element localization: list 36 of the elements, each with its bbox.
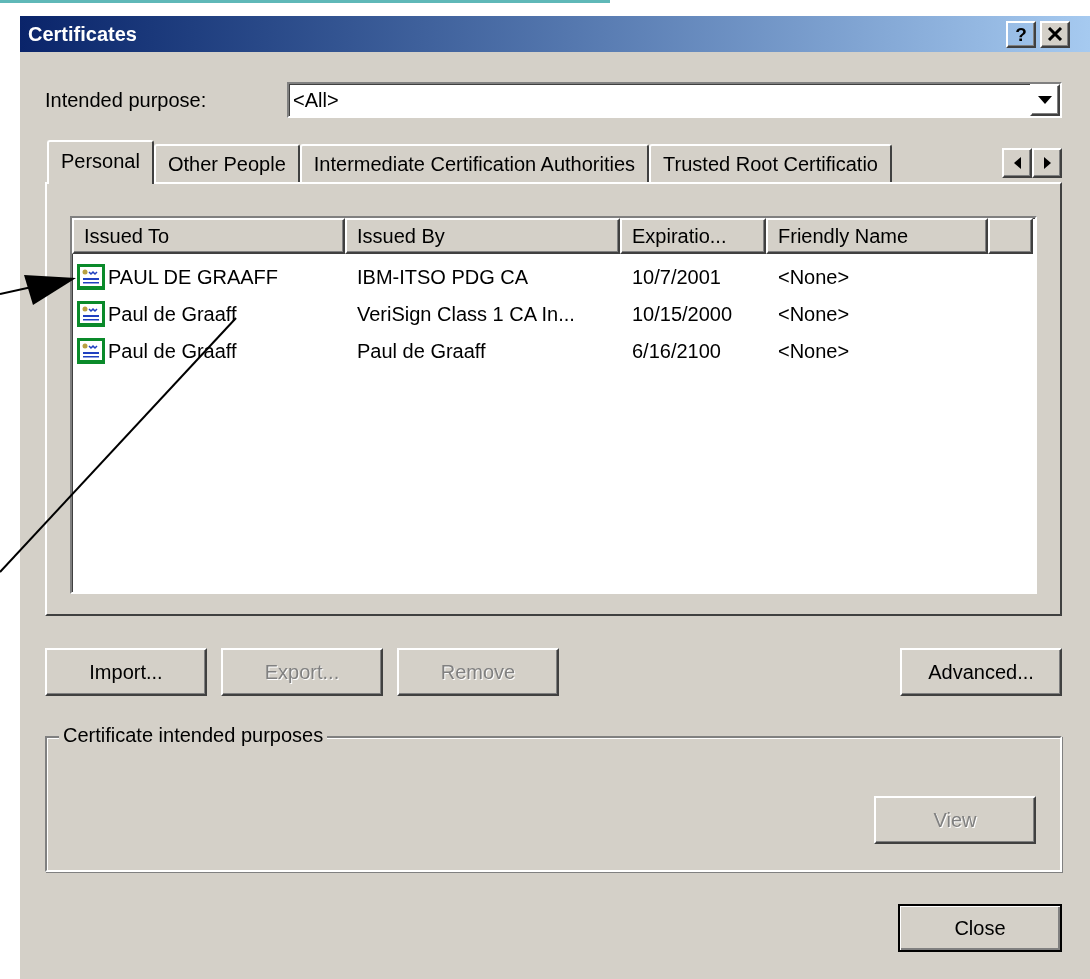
certificate-icon: [76, 336, 106, 365]
close-button[interactable]: [1040, 20, 1070, 48]
scroll-right-button[interactable]: [1032, 148, 1062, 178]
column-header[interactable]: Expiratio...: [620, 218, 766, 254]
right-arrow-icon: [1043, 157, 1051, 169]
table-cell-text: VeriSign Class 1 CA In...: [357, 301, 575, 327]
tab[interactable]: Other People: [153, 144, 300, 182]
column-header[interactable]: Issued To: [72, 218, 345, 254]
column-header[interactable]: Issued By: [345, 218, 620, 254]
window-title: Certificates: [28, 22, 137, 47]
table-cell-text: <None>: [778, 264, 850, 290]
table-cell-text: 10/7/2001: [632, 264, 721, 290]
table-cell-text: Paul de Graaff: [108, 301, 237, 327]
table-cell-text: <None>: [778, 301, 850, 327]
tab[interactable]: Intermediate Certification Authorities: [299, 144, 650, 182]
intended-purpose-label: Intended purpose:: [45, 88, 208, 113]
intended-purpose-dropdown[interactable]: <All>: [287, 82, 1062, 118]
help-button[interactable]: ?: [1006, 20, 1036, 48]
column-header[interactable]: Friendly Name: [766, 218, 988, 254]
table-cell-text: Paul de Graaff: [357, 338, 486, 364]
left-arrow-icon: [1013, 157, 1021, 169]
certificate-icon: [76, 299, 106, 328]
dropdown-arrow-icon: [1038, 96, 1052, 104]
tab[interactable]: Personal: [47, 140, 154, 184]
certificate-icon: [76, 262, 106, 291]
table-cell-text: 10/15/2000: [632, 301, 733, 327]
close-icon: [1047, 27, 1063, 41]
table-cell-text: PAUL DE GRAAFF: [108, 264, 279, 290]
table-cell-text: 6/16/2100: [632, 338, 721, 364]
close-dialog-button[interactable]: Close: [898, 904, 1062, 952]
action-button[interactable]: Advanced...: [900, 648, 1062, 696]
scroll-left-button[interactable]: [1002, 148, 1032, 178]
action-button[interactable]: Import...: [45, 648, 207, 696]
table-cell-text: IBM-ITSO PDG CA: [357, 264, 529, 290]
table-cell-text: <None>: [778, 338, 850, 364]
tab[interactable]: Trusted Root Certificatio: [649, 144, 892, 182]
